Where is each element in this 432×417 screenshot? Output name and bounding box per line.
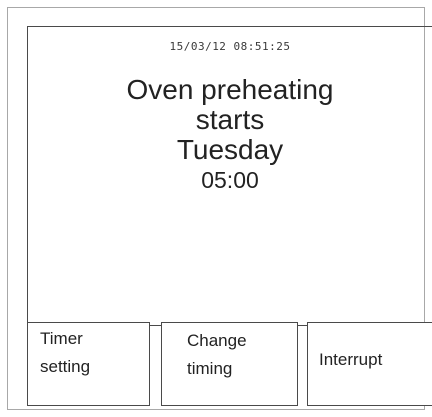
change-timing-button[interactable]: Change timing xyxy=(161,322,298,406)
interrupt-label: Interrupt xyxy=(319,350,383,369)
display-screen: 15/03/12 08:51:25 Oven preheating starts… xyxy=(27,26,432,326)
date-time-readout: 15/03/12 08:51:25 xyxy=(169,40,291,53)
message-line-1: Oven preheating xyxy=(126,74,334,105)
message-line-3: Tuesday xyxy=(176,134,284,165)
timer-setting-label: Timer setting xyxy=(40,329,91,376)
message-line-4: 05:00 xyxy=(201,167,259,193)
timer-setting-button[interactable]: Timer setting xyxy=(27,322,150,406)
status-message: Oven preheating starts Tuesday 05:00 xyxy=(28,75,432,195)
change-timing-label: Change timing xyxy=(187,331,247,378)
interrupt-button[interactable]: Interrupt xyxy=(307,322,432,406)
message-line-2: starts xyxy=(195,104,265,135)
